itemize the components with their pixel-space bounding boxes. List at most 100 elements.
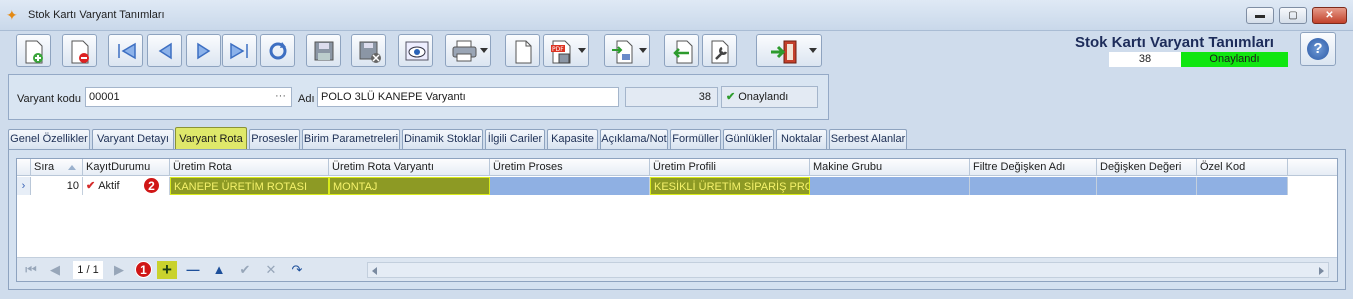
confirm-edit-icon[interactable]: ✔ [235, 261, 255, 279]
next-record-button[interactable] [186, 34, 221, 67]
tab-ilgili-cariler[interactable]: İlgili Cariler [485, 129, 545, 149]
save-icon [314, 41, 334, 61]
column-header-uretim-profili[interactable]: Üretim Profili [650, 159, 810, 176]
import-icon [673, 40, 693, 64]
print-button[interactable] [445, 34, 491, 67]
cell-filtre-degisken-adi[interactable] [970, 177, 1097, 195]
print-dropdown-icon[interactable] [480, 48, 488, 53]
cell-uretim-profili[interactable]: KESİKLİ ÜRETİM SİPARİŞ PROFİ [650, 177, 810, 195]
tab-birim-parametreleri[interactable]: Birim Parametreleri [302, 129, 400, 149]
nav-first-icon[interactable]: ⏮ [21, 261, 41, 279]
column-header-uretim-rota-varyanti[interactable]: Üretim Rota Varyantı [329, 159, 490, 176]
add-row-icon[interactable]: + [157, 261, 177, 279]
export-button[interactable] [604, 34, 650, 67]
name-field[interactable]: POLO 3LÜ KANEPE Varyantı [317, 87, 619, 107]
save-button[interactable] [306, 34, 341, 67]
horizontal-scrollbar[interactable] [367, 262, 1329, 278]
approval-status-badge: Onaylandı [1181, 52, 1288, 67]
new-record-button[interactable] [16, 34, 51, 67]
callout-badge-2: 2 [143, 177, 160, 194]
nav-previous-icon[interactable]: ◀ [45, 261, 65, 279]
column-header-filtre-degisken-adi[interactable]: Filtre Değişken Adı [970, 159, 1097, 176]
cell-sira[interactable]: 10 [31, 177, 83, 195]
refresh-button[interactable] [260, 34, 295, 67]
scroll-right-icon[interactable] [1319, 267, 1324, 275]
active-check-icon: ✔ [86, 180, 96, 192]
new-record-icon [25, 40, 43, 64]
export-dropdown-icon[interactable] [639, 48, 647, 53]
column-header-degisken-degeri[interactable]: Değişken Değeri [1097, 159, 1197, 176]
document-button[interactable] [505, 34, 540, 67]
column-header-makine-grubu[interactable]: Makine Grubu [810, 159, 970, 176]
first-record-icon [118, 42, 136, 60]
import-button[interactable] [664, 34, 699, 67]
callout-badge-1: 1 [135, 261, 152, 278]
exit-icon [771, 40, 797, 64]
refresh-grid-icon[interactable]: ↷ [287, 261, 307, 279]
help-button[interactable]: ? [1300, 32, 1336, 66]
tab-prosesler[interactable]: Prosesler [249, 129, 300, 149]
previous-record-icon [158, 42, 172, 60]
column-header-ozel-kod[interactable]: Özel Kod [1197, 159, 1288, 176]
exit-dropdown-icon[interactable] [809, 48, 817, 53]
pdf-dropdown-icon[interactable] [578, 48, 586, 53]
delete-record-button[interactable] [62, 34, 97, 67]
table-row[interactable]: 10 ✔ Aktif KANEPE ÜRETİM ROTASI MONTAJ KE… [17, 177, 1337, 195]
lookup-dots-icon[interactable]: ··· [275, 87, 286, 105]
preview-button[interactable] [398, 34, 433, 67]
cell-uretim-rota[interactable]: KANEPE ÜRETİM ROTASI [170, 177, 329, 195]
previous-record-button[interactable] [147, 34, 182, 67]
tab-dinamik-stoklar[interactable]: Dinamik Stoklar [402, 129, 483, 149]
pdf-export-button[interactable]: PDF [543, 34, 589, 67]
preview-icon [405, 41, 429, 61]
form-title: Stok Kartı Varyant Tanımları [1075, 34, 1274, 51]
move-up-icon[interactable]: ▲ [209, 261, 229, 279]
close-button[interactable]: ✕ [1312, 7, 1347, 24]
tab-formuller[interactable]: Formüller [670, 129, 721, 149]
variant-code-value: 00001 [89, 91, 120, 103]
approval-checkbox[interactable]: ✔ Onaylandı [721, 86, 818, 108]
nav-next-icon[interactable]: ▶ [109, 261, 129, 279]
remove-row-icon[interactable]: — [183, 261, 203, 279]
first-record-button[interactable] [108, 34, 143, 67]
scroll-left-icon[interactable] [372, 267, 377, 275]
refresh-icon [269, 42, 287, 60]
print-icon [452, 40, 477, 62]
cell-degisken-degeri[interactable] [1097, 177, 1197, 195]
cell-uretim-rota-varyanti[interactable]: MONTAJ [329, 177, 490, 195]
tab-bar: Genel Özellikler Varyant Detayı Varyant … [8, 127, 1348, 150]
name-label: Adı [298, 93, 315, 105]
tab-genel-ozellikler[interactable]: Genel Özellikler [8, 129, 90, 149]
approval-label: Onaylandı [738, 91, 789, 103]
record-count-field: 38 [625, 87, 718, 107]
variant-code-field[interactable]: 00001 ··· [85, 87, 292, 107]
export-icon [612, 40, 633, 64]
maximize-button[interactable]: ▢ [1279, 7, 1307, 24]
name-value: POLO 3LÜ KANEPE Varyantı [321, 91, 466, 103]
tab-aciklama-not[interactable]: Açıklama/Not [600, 129, 668, 149]
cell-uretim-proses[interactable] [490, 177, 650, 195]
cell-makine-grubu[interactable] [810, 177, 970, 195]
cancel-edit-icon[interactable]: ✕ [261, 261, 281, 279]
route-grid: Sıra KayıtDurumu Üretim Rota Üretim Rota… [16, 158, 1338, 282]
tab-serbest-alanlar[interactable]: Serbest Alanlar [829, 129, 907, 149]
tab-noktalar[interactable]: Noktalar [776, 129, 827, 149]
tab-gunlukler[interactable]: Günlükler [723, 129, 774, 149]
next-record-icon [197, 42, 211, 60]
tab-varyant-rota[interactable]: Varyant Rota [175, 127, 247, 150]
minimize-button[interactable]: ▬ [1246, 7, 1274, 24]
column-header-kayit-durumu[interactable]: KayıtDurumu [83, 159, 170, 176]
page-indicator: 1 / 1 [73, 261, 103, 279]
last-record-button[interactable] [222, 34, 257, 67]
column-header-sira[interactable]: Sıra [31, 159, 83, 176]
delete-record-icon [71, 40, 89, 64]
column-header-uretim-proses[interactable]: Üretim Proses [490, 159, 650, 176]
cell-ozel-kod[interactable] [1197, 177, 1288, 195]
cancel-save-button[interactable] [351, 34, 386, 67]
column-header-uretim-rota[interactable]: Üretim Rota [170, 159, 329, 176]
help-icon: ? [1307, 38, 1329, 60]
tab-varyant-detayi[interactable]: Varyant Detayı [92, 129, 174, 149]
tab-kapasite[interactable]: Kapasite [547, 129, 598, 149]
tools-button[interactable] [702, 34, 737, 67]
exit-button[interactable] [756, 34, 822, 67]
